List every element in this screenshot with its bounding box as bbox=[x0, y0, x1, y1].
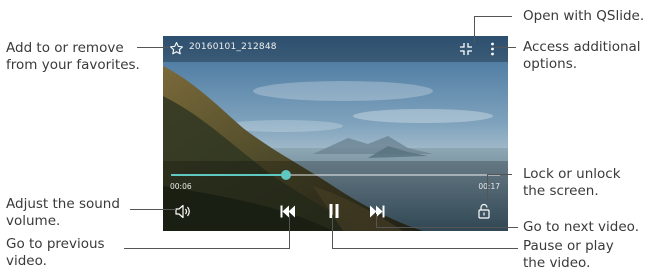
previous-callout: Go to previous video. bbox=[6, 236, 105, 269]
previous-leader-vertical bbox=[289, 215, 290, 249]
pause-leader-vertical bbox=[332, 215, 333, 248]
elapsed-time: 00:06 bbox=[170, 182, 192, 191]
lock-callout: Lock or unlock the screen. bbox=[523, 166, 621, 199]
next-callout: Go to next video. bbox=[523, 219, 639, 235]
seek-bar[interactable] bbox=[171, 170, 500, 180]
video-file-name: 20160101_212848 bbox=[189, 42, 277, 52]
volume-callout: Adjust the sound volume. bbox=[6, 196, 120, 229]
qslide-leader-vertical bbox=[474, 16, 475, 42]
options-callout: Access additional options. bbox=[523, 39, 641, 72]
video-player[interactable]: 20160101_212848 00:06 00:17 bbox=[163, 36, 508, 231]
pause-callout: Pause or play the video. bbox=[523, 238, 614, 271]
lock-leader-horizontal bbox=[487, 174, 512, 175]
pause-leader-horizontal bbox=[332, 248, 518, 249]
qslide-leader-horizontal bbox=[474, 16, 512, 17]
qslide-callout: Open with QSlide. bbox=[523, 8, 645, 24]
seek-progress bbox=[171, 174, 287, 176]
next-leader-vertical bbox=[376, 214, 377, 228]
skip-previous-icon[interactable] bbox=[280, 205, 295, 218]
volume-icon[interactable] bbox=[175, 204, 192, 219]
volume-leader-line bbox=[130, 209, 176, 210]
qslide-icon[interactable] bbox=[459, 42, 473, 56]
skip-next-icon[interactable] bbox=[370, 205, 385, 218]
favorites-callout: Add to or remove from your favorites. bbox=[6, 40, 140, 73]
lock-leader-vertical bbox=[487, 174, 488, 203]
favorites-leader-line bbox=[137, 47, 169, 48]
pause-icon[interactable] bbox=[329, 204, 339, 218]
video-frame bbox=[163, 36, 508, 231]
next-leader-horizontal bbox=[376, 227, 518, 228]
options-leader-line bbox=[494, 47, 516, 48]
lock-icon[interactable] bbox=[478, 203, 490, 219]
more-options-icon[interactable] bbox=[490, 42, 495, 56]
favorite-star-icon[interactable] bbox=[169, 41, 184, 56]
previous-leader-horizontal bbox=[124, 248, 289, 249]
total-duration: 00:17 bbox=[478, 182, 500, 191]
